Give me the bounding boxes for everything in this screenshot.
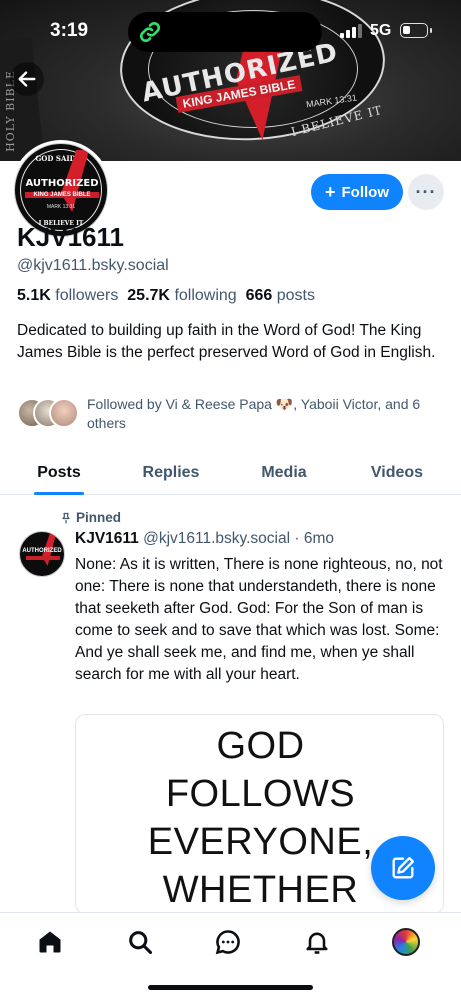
signal-icon [340,24,362,38]
arrow-left-icon [18,71,36,87]
follow-label: Follow [341,183,390,201]
link-icon [139,21,161,43]
home-indicator [148,985,313,990]
followers-link[interactable]: 5.1K followers [17,287,118,304]
post-avatar-seal-text: AUTHORIZED [22,548,62,554]
network-type: 5G [370,22,392,39]
nav-home[interactable] [35,927,65,957]
ellipsis-icon: ··· [415,181,437,202]
follower-avatars [17,398,79,430]
post-author-handle: @kjv1611.bsky.social [143,530,291,547]
pin-icon [62,512,70,524]
follow-button[interactable]: + Follow [311,174,403,210]
profile-stats: 5.1K followers 25.7K following 666 posts [17,287,315,305]
profile-tabs: Posts Replies Media Videos [0,450,461,495]
battery-icon [400,23,432,38]
followed-by-text: Followed by Vi & Reese Papa 🐶, Yaboii Vi… [87,396,421,431]
profile-avatar [392,928,420,956]
profile-bio: Dedicated to building up faith in the Wo… [17,322,436,361]
avatar-seal-ref: MARK 13:31 [46,204,76,210]
avatar-seal-main: AUTHORIZED [25,178,99,189]
tab-media[interactable]: Media [254,450,314,495]
chat-icon [215,930,240,955]
follower-avatar [49,398,79,428]
pinned-label: Pinned [76,510,122,525]
display-name: KJV1611 [17,222,124,252]
compose-icon [392,856,415,879]
avatar-seal-sub: KING JAMES BIBLE [25,192,99,198]
more-options-button[interactable]: ··· [408,174,444,210]
bell-icon [306,932,328,954]
post-timestamp: 6mo [303,530,335,547]
avatar-seal-top: GOD SAID IT [35,154,87,163]
compose-button[interactable] [371,836,435,900]
followed-by[interactable]: Followed by Vi & Reese Papa 🐶, Yaboii Vi… [17,395,447,435]
nav-profile[interactable] [391,927,421,957]
tab-replies[interactable]: Replies [136,450,206,495]
post-header[interactable]: KJV1611 @kjv1611.bsky.social · 6mo [75,530,334,548]
nav-search[interactable] [125,927,155,957]
post-author-avatar[interactable]: AUTHORIZED [19,531,65,577]
profile-handle: @kjv1611.bsky.social [17,257,169,274]
status-bar: 3:19 5G [0,0,461,60]
pinned-indicator: Pinned [60,510,121,525]
nav-chat[interactable] [213,927,243,957]
back-button[interactable] [10,62,44,96]
post-text: None: As it is written, There is none ri… [75,556,443,683]
tab-posts[interactable]: Posts [34,450,84,495]
image-text-line: FOLLOWS [165,773,356,815]
tab-videos[interactable]: Videos [364,450,430,495]
image-text-line: GOD [216,725,305,767]
post-author-name: KJV1611 [75,530,139,547]
plus-icon: + [324,182,336,202]
search-icon [129,931,153,955]
following-link[interactable]: 25.7K following [127,287,236,304]
nav-notifications[interactable] [302,927,332,957]
home-icon [39,931,61,953]
posts-count: 666 posts [245,287,315,304]
status-time: 3:19 [50,20,89,41]
